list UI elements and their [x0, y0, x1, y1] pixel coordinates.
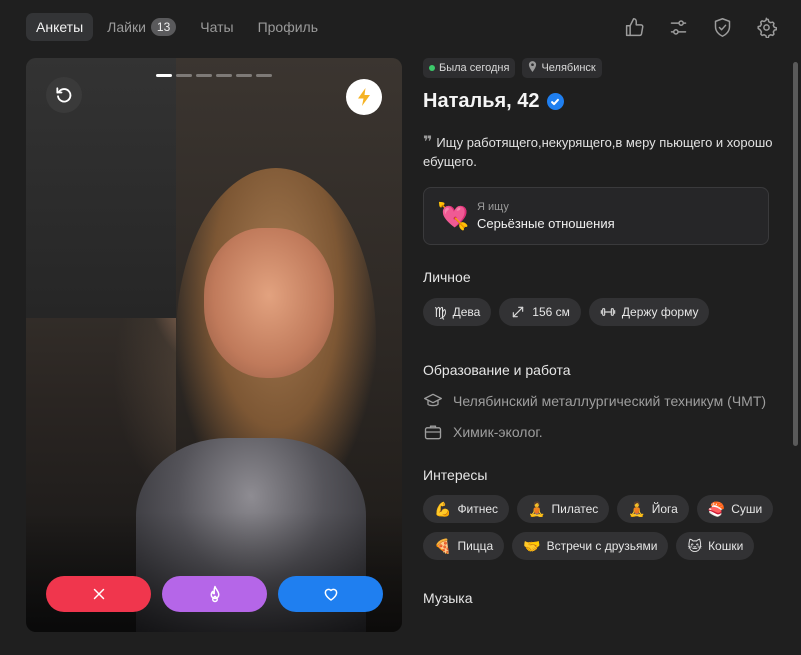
lightning-icon — [358, 88, 370, 106]
superlike-button[interactable] — [162, 576, 267, 612]
dumbbell-icon — [600, 308, 616, 316]
flexed-biceps-icon: 💪 — [434, 500, 452, 517]
handshake-icon: 🤝 — [523, 537, 541, 554]
last-seen-badge: Была сегодня — [423, 58, 516, 78]
likes-count-badge: 13 — [150, 18, 177, 36]
graduation-cap-icon — [424, 393, 442, 407]
undo-icon — [56, 87, 72, 103]
pizza-icon: 🍕 — [434, 537, 452, 554]
tab-profile-label: Профиль — [257, 19, 318, 35]
sushi-icon: 🍣 — [707, 500, 726, 517]
zodiac-text: Дева — [452, 305, 481, 319]
app-window: Анкеты Лайки 13 Чаты Профиль Была сегодн… — [0, 0, 801, 655]
photo-dot[interactable] — [196, 74, 212, 77]
interest-chip: 🤝 Встречи с друзьями — [512, 532, 669, 560]
cat-icon: 🐱 — [687, 537, 703, 554]
education-text: Челябинский металлургический техникум (Ч… — [453, 393, 767, 409]
status-chips: Была сегодня Челябинск — [423, 58, 775, 78]
seeking-label: Я ищу — [477, 201, 509, 213]
photo-pagination — [156, 74, 272, 77]
fitness-text: Держу форму — [621, 305, 699, 319]
fitness-chip: Держу форму — [588, 298, 710, 326]
verified-icon — [546, 93, 564, 110]
personal-chips: ♍ Дева 156 см Держу форму — [423, 298, 775, 326]
job-row: Химик-эколог. — [423, 422, 775, 442]
last-seen-text: Была сегодня — [439, 62, 510, 74]
interest-text: Йога — [651, 502, 678, 516]
undo-button[interactable] — [46, 77, 82, 113]
quote-icon: ❞ — [423, 134, 433, 151]
dislike-button[interactable] — [46, 576, 151, 612]
gear-icon[interactable] — [751, 14, 781, 40]
profile-details-panel: Была сегодня Челябинск Наталья, 42 ❞ Ищу … — [423, 58, 775, 655]
interest-text: Кошки — [708, 539, 744, 553]
zodiac-chip: ♍ Дева — [423, 298, 492, 326]
panel-scrollbar[interactable] — [793, 62, 798, 446]
photo-face — [204, 228, 334, 378]
profile-bio: ❞ Ищу работящего,некурящего,в меру пьющег… — [423, 133, 775, 171]
photo-dot[interactable] — [176, 74, 192, 77]
section-music-title: Музыка — [423, 590, 473, 606]
education-row: Челябинский металлургический техникум (Ч… — [423, 391, 775, 411]
briefcase-icon — [424, 425, 442, 440]
bio-text: Ищу работящего,некурящего,в меру пьющего… — [423, 135, 773, 169]
interest-chip: 🧘 Пилатес — [517, 495, 610, 523]
section-work-title: Образование и работа — [423, 362, 571, 378]
interest-text: Пицца — [457, 539, 494, 553]
height-icon — [513, 306, 524, 318]
tab-profiles[interactable]: Анкеты — [26, 13, 94, 41]
sliders-icon[interactable] — [663, 14, 693, 40]
photo-dot[interactable] — [156, 74, 172, 77]
interest-chip: 🍣 Суши — [696, 495, 774, 523]
height-chip: 156 см — [499, 298, 581, 326]
tab-chats[interactable]: Чаты — [190, 13, 243, 41]
interest-chips: 💪 Фитнес 🧘 Пилатес 🧘 Йога 🍣 Суши 🍕 Пицца 🤝 Вст… — [423, 495, 775, 560]
photo-bottom-shade — [26, 512, 402, 632]
zodiac-virgo-icon: ♍ — [434, 303, 447, 320]
tab-profile[interactable]: Профиль — [248, 13, 328, 41]
cupid-heart-icon: 💘 — [437, 200, 470, 231]
height-text: 156 см — [532, 305, 570, 319]
section-interests-title: Интересы — [423, 467, 488, 483]
top-nav: Анкеты Лайки 13 Чаты Профиль — [26, 13, 332, 41]
section-personal-title: Личное — [423, 269, 471, 285]
profile-photo-card[interactable] — [26, 58, 402, 632]
interest-text: Встречи с друзьями — [546, 539, 658, 553]
flame-icon — [210, 585, 219, 603]
heart-icon — [324, 588, 337, 601]
interest-text: Пилатес — [551, 502, 599, 516]
interest-chip: 🍕 Пицца — [423, 532, 505, 560]
shield-check-icon[interactable] — [707, 14, 737, 40]
job-text: Химик-эколог. — [453, 424, 543, 440]
photo-dot[interactable] — [256, 74, 272, 77]
city-badge: Челябинск — [522, 58, 602, 78]
profile-name: Наталья, 42 — [423, 90, 540, 112]
interest-text: Суши — [731, 502, 763, 516]
tab-likes-label: Лайки — [107, 19, 146, 35]
tab-profiles-label: Анкеты — [36, 19, 84, 35]
interest-text: Фитнес — [457, 502, 499, 516]
nav-icons — [619, 14, 781, 40]
photo-dot[interactable] — [236, 74, 252, 77]
x-icon — [93, 588, 104, 600]
interest-chip: 🧘 Йога — [617, 495, 689, 523]
action-buttons — [46, 576, 383, 612]
thumbs-up-icon[interactable] — [619, 14, 649, 40]
city-text: Челябинск — [541, 62, 596, 74]
seeking-card: 💘 Я ищу Серьёзные отношения — [423, 187, 769, 245]
like-button[interactable] — [278, 576, 383, 612]
seeking-text: Я ищу Серьёзные отношения — [477, 201, 615, 231]
yoga-icon: 🧘 — [628, 500, 646, 517]
tab-likes[interactable]: Лайки 13 — [97, 13, 186, 41]
interest-chip: 🐱 Кошки — [676, 532, 755, 560]
boost-button[interactable] — [346, 79, 382, 115]
tab-chats-label: Чаты — [200, 19, 234, 35]
online-dot-icon — [429, 65, 435, 71]
photo-dot[interactable] — [216, 74, 232, 77]
location-pin-icon — [528, 61, 537, 75]
interest-chip: 💪 Фитнес — [423, 495, 510, 523]
yoga-icon: 🧘 — [528, 500, 546, 517]
seeking-value: Серьёзные отношения — [477, 216, 615, 231]
profile-name-row: Наталья, 42 — [423, 90, 775, 113]
